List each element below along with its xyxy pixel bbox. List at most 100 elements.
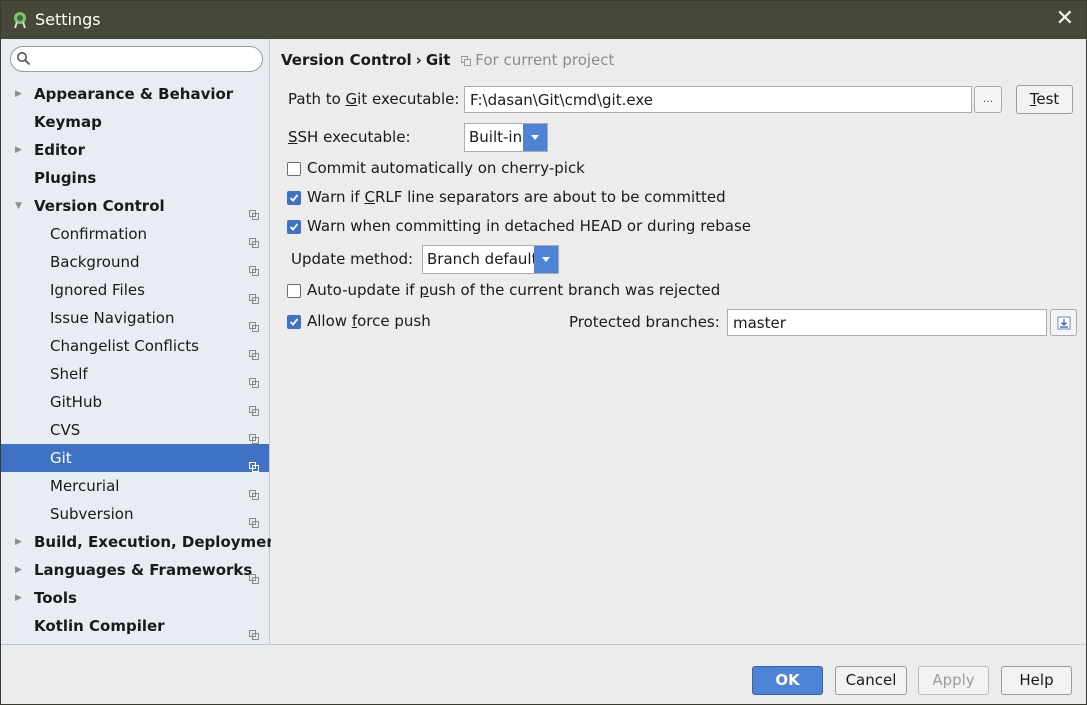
- protected-branches-label: Protected branches:: [569, 313, 720, 331]
- window-title: Settings: [35, 10, 101, 29]
- git-settings-panel: Version Control › Git For current project …: [271, 39, 1086, 644]
- sidebar-item-cvs[interactable]: CVS: [1, 416, 269, 444]
- sidebar-item-git[interactable]: Git: [1, 444, 269, 472]
- sidebar-item-label: Editor: [34, 141, 85, 159]
- chevron-down-icon[interactable]: [523, 124, 547, 151]
- search-icon: [17, 52, 31, 66]
- chevron-down-icon[interactable]: ▼: [15, 192, 27, 220]
- title-bar: Settings ✕: [1, 1, 1086, 39]
- project-scope-icon: [249, 285, 259, 304]
- dialog-footer: OK Cancel Apply Help: [1, 644, 1086, 704]
- project-scope-icon: [249, 369, 259, 388]
- sidebar-item-build-execution-deployment[interactable]: ▶ Build, Execution, Deployment: [1, 528, 284, 556]
- ok-button[interactable]: OK: [752, 666, 823, 695]
- settings-sidebar: ▶ Appearance & Behavior Keymap ▶ Editor Plugi…: [1, 39, 284, 644]
- breadcrumb-current: Git: [425, 51, 451, 69]
- sidebar-item-label: Subversion: [50, 505, 134, 523]
- close-icon[interactable]: ✕: [1056, 8, 1074, 30]
- sidebar-item-languages-frameworks[interactable]: ▶ Languages & Frameworks: [1, 556, 269, 584]
- sidebar-item-issue-navigation[interactable]: Issue Navigation: [1, 304, 269, 332]
- sidebar-item-plugins[interactable]: Plugins: [1, 164, 269, 192]
- sidebar-item-shelf[interactable]: Shelf: [1, 360, 269, 388]
- update-method-label: Update method:: [291, 250, 414, 268]
- sidebar-item-label: Confirmation: [50, 225, 148, 243]
- sidebar-item-label: Kotlin Compiler: [34, 617, 165, 635]
- expand-field-button[interactable]: [1050, 309, 1077, 336]
- ssh-executable-value: Built-in: [469, 128, 523, 146]
- test-button[interactable]: Test: [1016, 85, 1073, 114]
- apply-button[interactable]: Apply: [918, 666, 989, 695]
- project-scope-icon: [249, 425, 259, 444]
- sidebar-item-mercurial[interactable]: Mercurial: [1, 472, 269, 500]
- protected-branches-input[interactable]: [728, 310, 1046, 335]
- chevron-right-icon[interactable]: ▶: [15, 556, 27, 584]
- update-method-value: Branch default: [427, 250, 538, 268]
- sidebar-item-label: CVS: [50, 421, 81, 439]
- sidebar-item-label: Mercurial: [50, 477, 120, 495]
- sidebar-item-label: Version Control: [34, 197, 165, 215]
- android-studio-icon: [14, 12, 26, 29]
- cancel-button[interactable]: Cancel: [835, 666, 907, 695]
- breadcrumb-separator: ›: [415, 51, 422, 69]
- breadcrumb-scope: For current project: [475, 51, 615, 69]
- sidebar-item-label: Ignored Files: [50, 281, 145, 299]
- sidebar-item-label: Plugins: [34, 169, 97, 187]
- git-path-field[interactable]: [464, 86, 972, 113]
- sidebar-item-appearance-behavior[interactable]: ▶ Appearance & Behavior: [1, 80, 269, 108]
- protected-branches-field[interactable]: [727, 309, 1047, 336]
- chevron-right-icon[interactable]: ▶: [15, 584, 27, 612]
- expand-field-icon: [1057, 316, 1070, 330]
- search-box[interactable]: [10, 46, 263, 72]
- sidebar-item-tools[interactable]: ▶ Tools: [1, 584, 269, 612]
- sidebar-item-confirmation[interactable]: Confirmation: [1, 220, 269, 248]
- sidebar-item-label: Changelist Conflicts: [50, 337, 199, 355]
- project-scope-icon: [249, 397, 259, 416]
- project-scope-icon: [249, 565, 259, 584]
- project-scope-icon: [249, 229, 259, 248]
- chevron-right-icon[interactable]: ▶: [15, 528, 27, 556]
- breadcrumb-parent: Version Control: [281, 51, 412, 69]
- update-method-select[interactable]: Branch default: [422, 245, 559, 274]
- search-input[interactable]: [35, 49, 257, 69]
- sidebar-item-changelist-conflicts[interactable]: Changelist Conflicts: [1, 332, 269, 360]
- settings-window: Settings ✕ ▶ Appearance & Behavior Keymap ▶…: [0, 0, 1087, 705]
- chevron-right-icon[interactable]: ▶: [15, 80, 27, 108]
- project-scope-icon: [249, 509, 259, 528]
- auto-update-label: Auto-update if push of the current branc…: [307, 281, 721, 299]
- git-path-label: Path to Git executable:: [288, 90, 460, 108]
- sidebar-item-label: Appearance & Behavior: [34, 85, 234, 103]
- sidebar-item-ignored-files[interactable]: Ignored Files: [1, 276, 269, 304]
- settings-tree: ▶ Appearance & Behavior Keymap ▶ Editor Plugi…: [1, 80, 284, 640]
- warn-crlf-label: Warn if CRLF line separators are about t…: [307, 188, 726, 206]
- project-scope-icon: [249, 201, 259, 220]
- sidebar-item-label: Issue Navigation: [50, 309, 175, 327]
- sidebar-item-background[interactable]: Background: [1, 248, 269, 276]
- help-button[interactable]: Help: [1001, 666, 1072, 695]
- browse-button[interactable]: ...: [974, 86, 1002, 113]
- warn-detached-checkbox[interactable]: [287, 220, 301, 234]
- sidebar-item-label: Keymap: [34, 113, 102, 131]
- force-push-checkbox[interactable]: [287, 315, 301, 329]
- sidebar-item-version-control[interactable]: ▼ Version Control: [1, 192, 269, 220]
- force-push-label: Allow force push: [307, 312, 431, 330]
- commit-auto-checkbox[interactable]: [287, 162, 301, 176]
- ssh-executable-select[interactable]: Built-in: [464, 123, 548, 152]
- sidebar-item-editor[interactable]: ▶ Editor: [1, 136, 269, 164]
- sidebar-item-kotlin-compiler[interactable]: Kotlin Compiler: [1, 612, 269, 640]
- warn-crlf-checkbox[interactable]: [287, 191, 301, 205]
- git-path-input[interactable]: [465, 87, 971, 112]
- ssh-executable-label: SSH executable:: [288, 128, 411, 146]
- project-scope-icon: [249, 481, 259, 500]
- chevron-right-icon[interactable]: ▶: [15, 136, 27, 164]
- sidebar-item-label: GitHub: [50, 393, 102, 411]
- sidebar-item-label: Shelf: [50, 365, 88, 383]
- sidebar-item-label: Languages & Frameworks: [34, 561, 253, 579]
- project-scope-icon: [249, 257, 259, 276]
- sidebar-item-label: Build, Execution, Deployment: [34, 533, 285, 551]
- chevron-down-icon[interactable]: [534, 246, 558, 273]
- sidebar-item-github[interactable]: GitHub: [1, 388, 269, 416]
- sidebar-item-keymap[interactable]: Keymap: [1, 108, 269, 136]
- auto-update-checkbox[interactable]: [287, 284, 301, 298]
- sidebar-item-subversion[interactable]: Subversion: [1, 500, 269, 528]
- project-scope-icon: [249, 621, 259, 640]
